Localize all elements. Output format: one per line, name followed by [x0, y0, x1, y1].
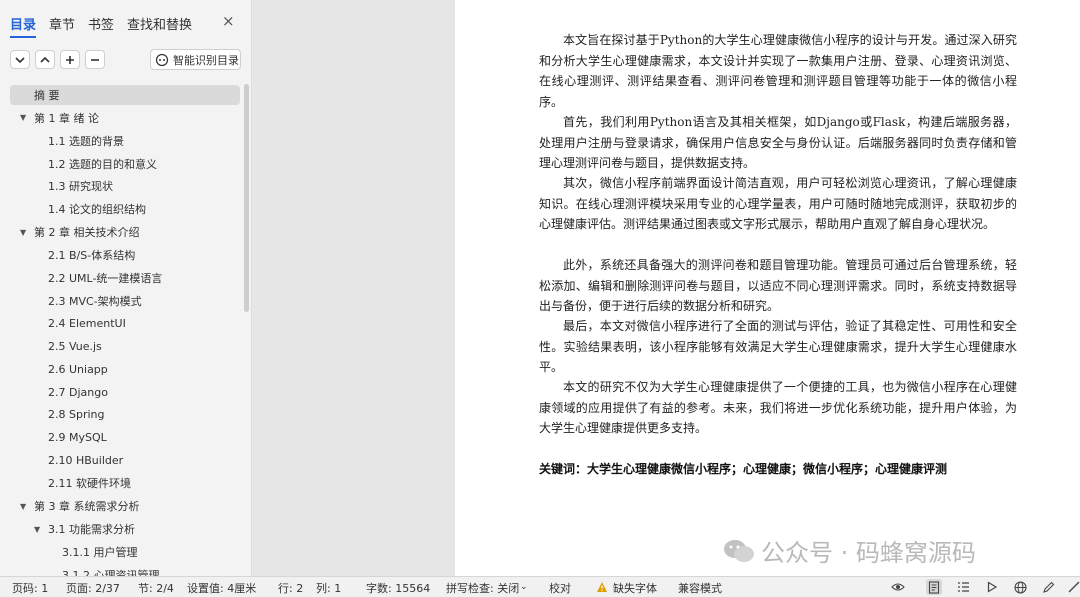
toc-sidebar: 目录 章节 书签 查找和替换 × 智能识别目录 摘 要 ▼ 第 1 章 绪 论 1.1… — [0, 0, 252, 582]
expand-button[interactable] — [35, 50, 55, 69]
paragraph: 首先，我们利用Python语言及其相关框架，如Django或Flask，构建后端… — [539, 115, 1017, 170]
add-heading-button[interactable] — [60, 50, 80, 69]
toc-item-label: 1.4 论文的组织结构 — [48, 203, 146, 217]
status-page-number[interactable]: 页码: 1 — [12, 580, 48, 596]
play-icon[interactable] — [984, 579, 1000, 595]
toc-item[interactable]: 2.5 Vue.js — [48, 336, 102, 356]
toc-item-label: 第 3 章 系统需求分析 — [34, 500, 140, 514]
toc-item-label: 1.2 选题的目的和意义 — [48, 157, 157, 171]
toc-item-label: 2.7 Django — [48, 385, 108, 399]
status-col[interactable]: 列: 1 — [316, 580, 341, 596]
paragraph: 此外，系统还具备强大的测评问卷和题目管理功能。管理员可通过后台管理系统，轻松添加… — [539, 258, 1017, 313]
toc-item[interactable]: 2.9 MySQL — [48, 428, 107, 448]
toc-item-label: 第 1 章 绪 论 — [34, 111, 99, 125]
tab-bookmarks[interactable]: 书签 — [88, 14, 114, 33]
plus-icon — [66, 55, 74, 64]
toc-item-label: 2.10 HBuilder — [48, 454, 124, 468]
toc-item-label: 2.3 MVC-架构模式 — [48, 294, 142, 308]
ai-icon — [155, 53, 169, 66]
status-setting[interactable]: 设置值: 4厘米 — [187, 580, 256, 596]
toc-item-label: 2.4 ElementUI — [48, 317, 126, 330]
toc-item[interactable]: 2.8 Spring — [48, 405, 105, 425]
toc-item[interactable]: 1.1 选题的背景 — [48, 131, 124, 151]
status-proofread[interactable]: 校对 — [549, 580, 571, 596]
toc-item-label: 2.1 B/S-体系结构 — [48, 248, 136, 262]
close-icon[interactable]: × — [222, 12, 235, 30]
sidebar-tabs: 目录 章节 书签 查找和替换 × — [0, 0, 252, 44]
toc-item-label: 第 2 章 相关技术介绍 — [34, 226, 140, 240]
toc-item-label: 2.9 MySQL — [48, 431, 107, 445]
wechat-icon — [724, 539, 754, 562]
toc-item[interactable]: ▼ 第 3 章 系统需求分析 — [20, 496, 140, 516]
caret-down-icon[interactable]: ▼ — [20, 113, 30, 122]
document-area: 本文旨在探讨基于Python的大学生心理健康微信小程序的设计与开发。通过深入研究… — [253, 0, 1080, 576]
chevron-up-icon — [40, 56, 50, 63]
tab-chapters[interactable]: 章节 — [49, 14, 75, 33]
toc-item[interactable]: 3.1.1 用户管理 — [62, 542, 138, 562]
globe-icon[interactable] — [1012, 579, 1028, 595]
toc-item-label: 3.1.1 用户管理 — [62, 546, 138, 559]
toc-item-label: 2.5 Vue.js — [48, 339, 102, 353]
toc-item-label: 3.1 功能需求分析 — [48, 523, 135, 537]
eye-icon[interactable] — [890, 579, 906, 595]
toc-item-label: 2.8 Spring — [48, 408, 105, 422]
paragraph: 最后，本文对微信小程序进行了全面的测试与评估，验证了其稳定性、可用性和安全性。实… — [539, 319, 1017, 374]
toc-item-label: 1.3 研究现状 — [48, 180, 113, 194]
collapse-button[interactable] — [10, 50, 30, 69]
chevron-down-icon[interactable]: ⌄ — [520, 582, 528, 592]
caret-down-icon[interactable]: ▼ — [20, 228, 30, 237]
toc-item[interactable]: 2.1 B/S-体系结构 — [48, 245, 135, 265]
toc-item[interactable]: 摘 要 — [10, 85, 240, 105]
toc-item[interactable]: 2.11 软硬件环境 — [48, 473, 131, 493]
toc-item[interactable]: 2.4 ElementUI — [48, 314, 126, 334]
status-bar: 页码: 1 页面: 2/37 节: 2/4 设置值: 4厘米 行: 2 列: 1… — [0, 576, 1080, 597]
toc-item[interactable]: 2.3 MVC-架构模式 — [48, 291, 142, 311]
toc-item[interactable]: 2.7 Django — [48, 382, 108, 402]
status-section[interactable]: 节: 2/4 — [138, 580, 174, 596]
smart-toc-button[interactable]: 智能识别目录 — [150, 49, 241, 70]
toc-item[interactable]: ▼ 3.1 功能需求分析 — [34, 519, 135, 539]
caret-down-icon[interactable]: ▼ — [34, 525, 44, 534]
toc-item[interactable]: 1.2 选题的目的和意义 — [48, 154, 157, 174]
tab-find-replace[interactable]: 查找和替换 — [127, 14, 192, 33]
status-missing-font[interactable]: 缺失字体 — [613, 580, 657, 596]
outline-view-icon[interactable] — [955, 579, 971, 595]
watermark: 公众号 · 码蜂窝源码 — [723, 533, 976, 568]
watermark-text: 公众号 · 码蜂窝源码 — [761, 539, 976, 567]
toc-item-label: 2.6 Uniapp — [48, 362, 108, 376]
smart-toc-label: 智能识别目录 — [173, 53, 239, 67]
status-pages[interactable]: 页面: 2/37 — [66, 580, 120, 596]
toc-item-label: 1.1 选题的背景 — [48, 134, 124, 148]
document-page[interactable]: 本文旨在探讨基于Python的大学生心理健康微信小程序的设计与开发。通过深入研究… — [455, 0, 1080, 576]
remove-heading-button[interactable] — [85, 50, 105, 69]
minus-icon — [91, 58, 99, 61]
toc-item[interactable]: ▼ 第 2 章 相关技术介绍 — [20, 222, 140, 242]
toc-item[interactable]: 2.2 UML-统一建模语言 — [48, 268, 162, 288]
status-word-count[interactable]: 字数: 15564 — [366, 580, 430, 596]
keywords: 关键词：大学生心理健康微信小程序；心理健康；微信小程序；心理健康评测 — [539, 462, 948, 476]
toc-item[interactable]: 1.4 论文的组织结构 — [48, 199, 146, 219]
status-compat-mode[interactable]: 兼容模式 — [678, 580, 722, 596]
paragraph: 其次，微信小程序前端界面设计简洁直观，用户可轻松浏览心理资讯，了解心理健康知识。… — [539, 176, 1017, 231]
paragraph: 本文旨在探讨基于Python的大学生心理健康微信小程序的设计与开发。通过深入研究… — [539, 33, 1017, 109]
caret-down-icon[interactable]: ▼ — [20, 502, 30, 511]
toc-item-label: 摘 要 — [34, 89, 60, 102]
toc-item[interactable]: 2.10 HBuilder — [48, 451, 123, 471]
tab-toc[interactable]: 目录 — [10, 14, 37, 38]
status-row[interactable]: 行: 2 — [278, 580, 303, 596]
pen-icon[interactable] — [1040, 579, 1056, 595]
toc-item[interactable]: 2.6 Uniapp — [48, 359, 108, 379]
chevron-down-icon — [15, 56, 25, 63]
toc-item-label: 2.11 软硬件环境 — [48, 477, 131, 491]
toc-scrollbar[interactable] — [244, 84, 249, 312]
zoom-icon[interactable] — [1066, 579, 1080, 595]
toc-item[interactable]: ▼ 第 1 章 绪 论 — [20, 108, 99, 128]
warning-icon — [594, 579, 610, 595]
page-view-icon[interactable] — [926, 579, 942, 595]
toc-item[interactable]: 1.3 研究现状 — [48, 176, 113, 196]
toc-item-label: 2.2 UML-统一建模语言 — [48, 271, 163, 285]
paragraph: 本文的研究不仅为大学生心理健康提供了一个便捷的工具，也为微信小程序在心理健康领域… — [539, 380, 1017, 435]
status-spellcheck[interactable]: 拼写检查: 关闭 — [446, 580, 519, 596]
